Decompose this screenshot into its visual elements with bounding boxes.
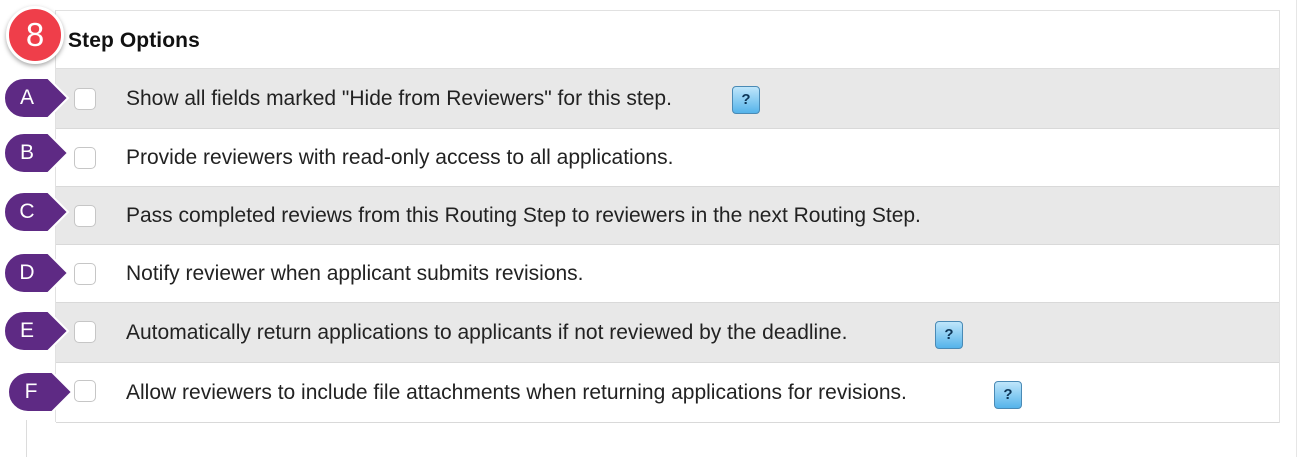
option-row-show-hidden-fields: Show all fields marked "Hide from Review… bbox=[56, 69, 1280, 129]
callout-marker-b: B bbox=[2, 131, 72, 175]
step-options-panel: Step Options Show all fields marked "Hid… bbox=[55, 10, 1280, 423]
callout-marker-a: A bbox=[2, 76, 72, 120]
panel-right-border bbox=[1279, 10, 1280, 423]
callout-marker-f: F bbox=[6, 370, 76, 414]
auto-return-label: Automatically return applications to app… bbox=[126, 321, 848, 344]
callout-marker-c: C bbox=[2, 190, 72, 234]
option-row-auto-return: Automatically return applications to app… bbox=[56, 303, 1280, 363]
callout-marker-d-letter: D bbox=[19, 261, 35, 284]
file-attachments-label: Allow reviewers to include file attachme… bbox=[126, 381, 907, 404]
panel-title: Step Options bbox=[68, 29, 200, 52]
read-only-access-checkbox[interactable] bbox=[74, 147, 96, 169]
option-row-notify-reviewer: Notify reviewer when applicant submits r… bbox=[56, 245, 1280, 303]
option-row-pass-completed-reviews: Pass completed reviews from this Routing… bbox=[56, 187, 1280, 245]
screenshot-canvas: Step Options Show all fields marked "Hid… bbox=[0, 0, 1315, 457]
callout-marker-d: D bbox=[2, 251, 72, 295]
callout-marker-b-letter: B bbox=[19, 141, 34, 164]
option-row-file-attachments: Allow reviewers to include file attachme… bbox=[56, 363, 1280, 423]
file-attachments-help-icon[interactable]: ? bbox=[994, 381, 1022, 409]
callout-marker-c-letter: C bbox=[19, 200, 35, 223]
show-hidden-fields-help-icon[interactable]: ? bbox=[732, 86, 760, 114]
callout-marker-a-letter: A bbox=[19, 86, 34, 109]
callout-marker-f-letter: F bbox=[24, 380, 38, 403]
show-hidden-fields-label: Show all fields marked "Hide from Review… bbox=[126, 87, 672, 110]
notify-reviewer-checkbox[interactable] bbox=[74, 263, 96, 285]
notify-reviewer-label: Notify reviewer when applicant submits r… bbox=[126, 262, 584, 285]
pass-completed-reviews-checkbox[interactable] bbox=[74, 205, 96, 227]
panel-header: Step Options bbox=[56, 11, 1280, 69]
pass-completed-reviews-label: Pass completed reviews from this Routing… bbox=[126, 204, 921, 227]
read-only-access-label: Provide reviewers with read-only access … bbox=[126, 146, 674, 169]
step-number-badge: 8 bbox=[6, 6, 64, 64]
auto-return-help-icon[interactable]: ? bbox=[935, 321, 963, 349]
callout-marker-e: E bbox=[2, 309, 72, 353]
file-attachments-checkbox[interactable] bbox=[74, 380, 96, 402]
callout-marker-e-letter: E bbox=[19, 319, 34, 342]
option-row-read-only-access: Provide reviewers with read-only access … bbox=[56, 129, 1280, 187]
show-hidden-fields-checkbox[interactable] bbox=[74, 88, 96, 110]
left-divider bbox=[26, 420, 27, 457]
page-edge-divider bbox=[1296, 0, 1297, 457]
auto-return-checkbox[interactable] bbox=[74, 321, 96, 343]
